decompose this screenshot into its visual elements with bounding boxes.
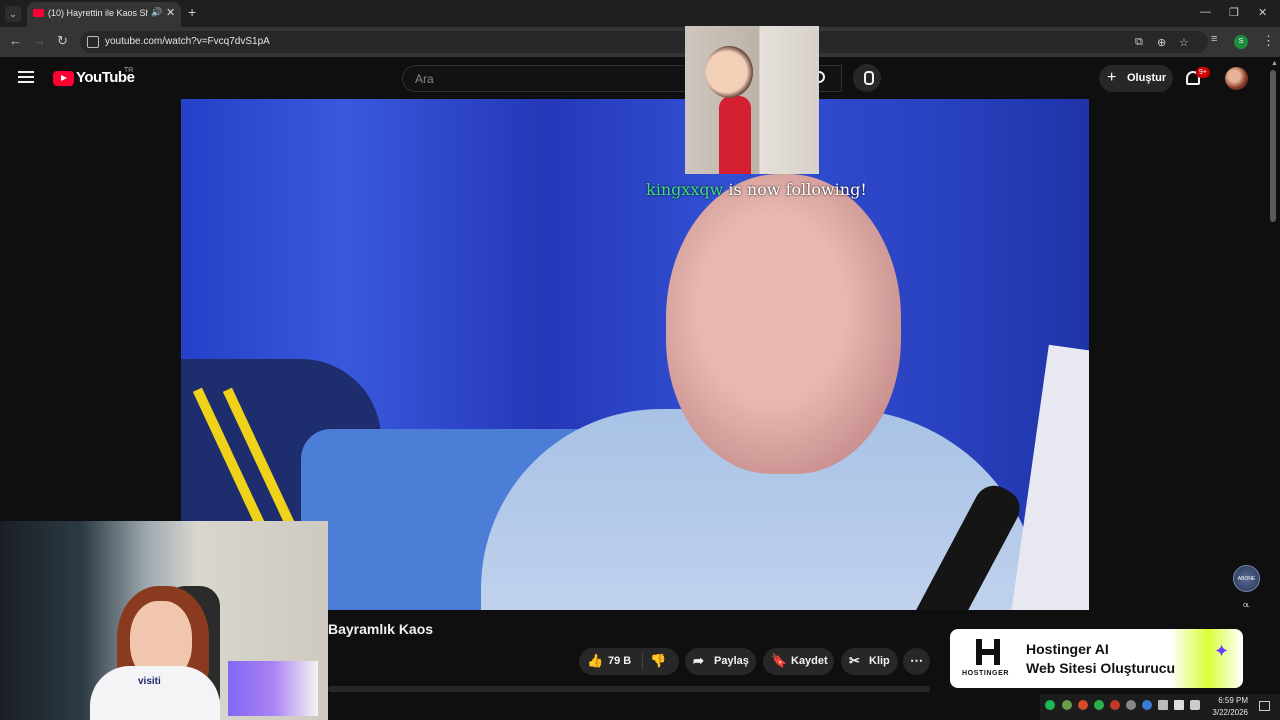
minimize-icon[interactable]: — xyxy=(1200,6,1211,18)
like-count: 79 B xyxy=(608,655,632,667)
child-head xyxy=(705,46,753,98)
back-icon[interactable]: ← xyxy=(9,33,22,48)
more-actions-button[interactable]: ⋯ xyxy=(903,648,930,675)
streamer-webcam: visiti xyxy=(0,521,328,720)
youtube-favicon-icon xyxy=(33,9,44,17)
system-tray: 6:59 PM 3/22/2026 xyxy=(1040,694,1280,720)
plus-icon: + xyxy=(1107,69,1117,86)
save-button[interactable]: 🔖 Kaydet xyxy=(763,648,834,675)
notification-center-icon[interactable] xyxy=(1259,701,1270,711)
create-label: Oluştur xyxy=(1127,72,1167,84)
guide-menu-icon[interactable] xyxy=(18,71,34,83)
voice-search-mic-icon[interactable] xyxy=(853,64,881,92)
clock-time[interactable]: 6:59 PM xyxy=(1208,696,1248,705)
browser-menu-icon[interactable]: ⋮ xyxy=(1262,33,1275,49)
share-button[interactable]: ➦ Paylaş xyxy=(685,648,756,675)
restore-icon[interactable]: ❐ xyxy=(1229,6,1239,19)
media-control-icon[interactable]: ≡ xyxy=(1211,33,1217,45)
bookmark-icon: 🔖 xyxy=(771,653,788,668)
mic-muted-icon[interactable] xyxy=(1110,700,1120,710)
new-tab-icon[interactable]: + xyxy=(188,4,196,20)
close-window-icon[interactable]: ✕ xyxy=(1258,6,1267,19)
youtube-header: YouTube TR Ara + Oluştur 9+ xyxy=(0,57,1280,99)
more-icon: ⋯ xyxy=(910,653,923,668)
overlay-child-image xyxy=(685,26,819,174)
browser-tab-active[interactable]: (10) Hayrettin ile Kaos Show 🔊 ✕ xyxy=(27,2,181,27)
screen: ⌄ (10) Hayrettin ile Kaos Show 🔊 ✕ + — ❐… xyxy=(0,0,1280,720)
share-label: Paylaş xyxy=(714,655,749,667)
share-icon: ➦ xyxy=(693,653,704,668)
browser-tabstrip: ⌄ (10) Hayrettin ile Kaos Show 🔊 ✕ + — ❐… xyxy=(0,0,1280,27)
dislike-icon[interactable]: 👎 xyxy=(650,653,666,669)
child-body xyxy=(719,96,751,174)
clip-button[interactable]: ✂ Klip xyxy=(841,648,898,675)
warning-icon[interactable] xyxy=(1078,700,1088,710)
notification-badge: 9+ xyxy=(1196,67,1210,78)
webcam-led-light xyxy=(228,661,318,716)
profile-avatar[interactable]: S xyxy=(1234,35,1248,49)
ad-subline: Web Sitesi Oluşturucu xyxy=(1026,660,1176,676)
close-tab-icon[interactable]: ✕ xyxy=(166,6,175,19)
hostinger-ad-banner[interactable]: HOSTINGER Hostinger AI Web Sitesi Oluştu… xyxy=(950,629,1243,688)
search-placeholder: Ara xyxy=(415,72,434,86)
follow-message: is now following! xyxy=(723,180,867,199)
url-text[interactable]: youtube.com/watch?v=Fvcq7dvS1pA xyxy=(105,36,270,47)
streamer-shirt xyxy=(90,666,220,720)
sparkle-icon: ✦ xyxy=(1214,641,1230,661)
clock-date[interactable]: 3/22/2026 xyxy=(1202,708,1248,717)
spotify-icon[interactable] xyxy=(1045,700,1055,710)
microphone-icon[interactable] xyxy=(1190,700,1200,710)
scroll-up-icon[interactable]: ▲ xyxy=(1271,60,1278,67)
hostinger-logo-icon xyxy=(976,639,1000,665)
ad-headline: Hostinger AI xyxy=(1026,641,1109,657)
like-icon[interactable]: 👍 xyxy=(587,653,603,669)
speaker-icon[interactable]: 🔊 xyxy=(151,7,162,18)
video-title: Bayramlık Kaos xyxy=(328,621,434,637)
play-icon[interactable] xyxy=(1094,700,1104,710)
forward-icon[interactable]: → xyxy=(33,33,46,48)
account-avatar[interactable] xyxy=(1225,67,1248,90)
subscribe-watermark[interactable]: ABONE OL xyxy=(1233,565,1260,609)
steam-icon[interactable] xyxy=(1126,700,1136,710)
clip-label: Klip xyxy=(869,655,890,667)
address-bar[interactable]: youtube.com/watch?v=Fvcq7dvS1pA ⧉ ⊕ ☆ xyxy=(80,31,1208,53)
network-icon[interactable] xyxy=(1158,700,1168,710)
video-man-head xyxy=(666,174,901,474)
like-dislike-button[interactable]: 👍 79 B 👎 xyxy=(579,648,679,675)
youtube-logo-icon[interactable] xyxy=(53,71,74,86)
follow-username: kingxxqw xyxy=(646,180,724,199)
tab-title: (10) Hayrettin ile Kaos Show xyxy=(48,8,148,18)
site-info-icon[interactable] xyxy=(87,36,99,48)
shirt-text: visiti xyxy=(138,676,161,687)
description-scroll xyxy=(328,686,930,692)
bookmark-star-icon[interactable]: ☆ xyxy=(1179,36,1189,49)
scissors-icon: ✂ xyxy=(849,653,860,668)
country-code: TR xyxy=(124,67,134,74)
browser-navbar: ← → ↻ youtube.com/watch?v=Fvcq7dvS1pA ⧉ … xyxy=(0,27,1280,57)
tray-app-icon[interactable] xyxy=(1062,700,1072,710)
volume-icon[interactable] xyxy=(1174,700,1184,710)
tab-search-icon[interactable]: ⌄ xyxy=(5,6,21,22)
cast-icon[interactable]: ⧉ xyxy=(1135,36,1143,49)
zoom-icon[interactable]: ⊕ xyxy=(1157,36,1166,49)
follow-alert: kingxxqw is now following! xyxy=(646,180,867,199)
create-button[interactable]: + Oluştur xyxy=(1099,65,1173,92)
save-label: Kaydet xyxy=(791,655,828,667)
page-scrollbar[interactable] xyxy=(1270,70,1276,222)
ad-brand: HOSTINGER xyxy=(962,670,1010,677)
divider xyxy=(642,653,643,670)
tray-app-icon[interactable] xyxy=(1142,700,1152,710)
reload-icon[interactable]: ↻ xyxy=(57,33,68,49)
